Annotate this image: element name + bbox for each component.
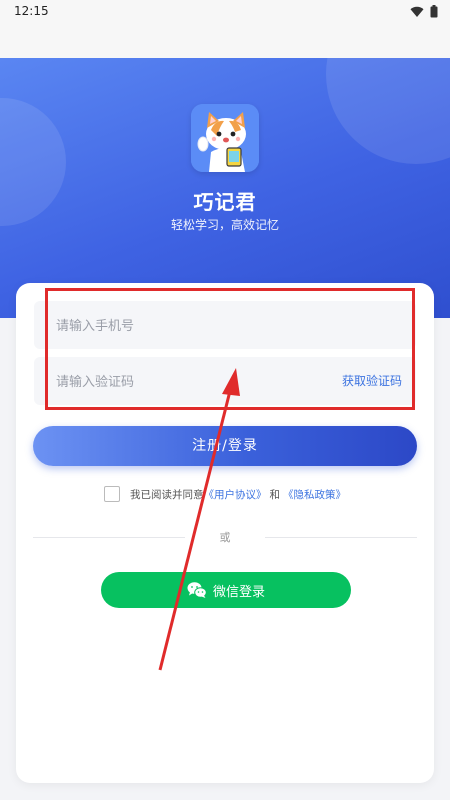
get-code-button[interactable]: 获取验证码 xyxy=(342,372,402,389)
verification-code-input[interactable] xyxy=(54,357,308,407)
agreement-prefix: 我已阅读并同意 xyxy=(130,489,204,501)
app-name: 巧记君 xyxy=(193,190,257,214)
wechat-icon xyxy=(187,582,207,598)
agreement-row: 我已阅读并同意《用户协议》和《隐私政策》 xyxy=(16,486,434,502)
wechat-login-label: 微信登录 xyxy=(212,584,265,600)
status-icons xyxy=(410,5,438,18)
privacy-policy-link[interactable]: 《隐私政策》 xyxy=(283,489,346,501)
register-login-button[interactable]: 注册/登录 xyxy=(33,426,417,466)
phone-field[interactable] xyxy=(34,301,416,351)
divider-line xyxy=(265,537,417,538)
wechat-login-button[interactable]: 微信登录 xyxy=(101,572,351,608)
app-logo xyxy=(191,104,259,172)
cat-mascot-logo xyxy=(191,104,259,172)
status-time: 12:15 xyxy=(14,4,49,18)
phone-input[interactable] xyxy=(54,301,308,351)
hero-banner: 巧记君 轻松学习，高效记忆 xyxy=(0,58,450,318)
or-divider: 或 xyxy=(33,529,417,545)
decor-circle xyxy=(326,58,450,164)
agreement-conjunction: 和 xyxy=(269,489,281,501)
wifi-icon xyxy=(410,6,424,17)
app-tagline: 轻松学习，高效记忆 xyxy=(170,218,279,232)
battery-icon xyxy=(430,5,438,18)
login-card: 获取验证码 注册/登录 我已阅读并同意《用户协议》和《隐私政策》 或 微信登录 xyxy=(16,283,434,783)
user-agreement-link[interactable]: 《用户协议》 xyxy=(204,489,267,501)
agreement-checkbox[interactable] xyxy=(104,486,120,502)
app-bar xyxy=(0,24,450,58)
status-bar: 12:15 xyxy=(0,0,450,24)
code-field[interactable]: 获取验证码 xyxy=(34,357,416,407)
